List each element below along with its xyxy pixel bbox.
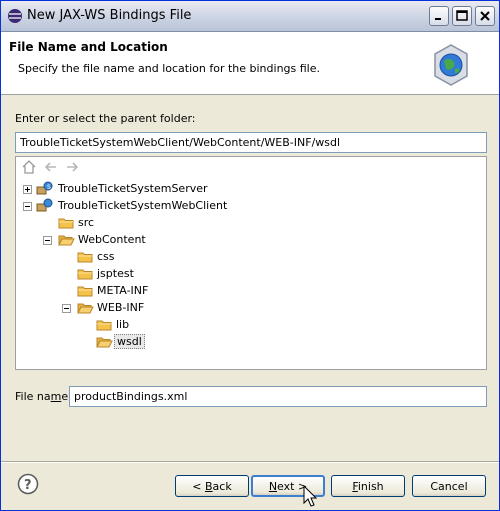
folder-icon	[96, 320, 112, 331]
folder-tree[interactable]: S TroubleTicketSystemServer TroubleTicke…	[15, 156, 487, 370]
tree-item-selected[interactable]: wsdl	[16, 334, 486, 351]
tree-item-label: WebContent	[78, 233, 146, 246]
help-icon[interactable]: ?	[17, 473, 39, 495]
dialog-window: New JAX-WS Bindings File File Name and L…	[0, 0, 500, 511]
title-bar[interactable]: New JAX-WS Bindings File	[1, 1, 499, 32]
svg-text:?: ?	[24, 478, 32, 493]
home-icon[interactable]	[21, 159, 37, 175]
expand-toggle[interactable]	[23, 185, 32, 194]
parent-folder-input[interactable]: TroubleTicketSystemWebClient/WebContent/…	[15, 132, 487, 153]
folder-icon	[58, 218, 74, 229]
cancel-button[interactable]: Cancel	[412, 475, 486, 497]
tree-item[interactable]: S TroubleTicketSystemServer	[16, 181, 486, 198]
collapse-toggle[interactable]	[23, 202, 32, 211]
file-name-label: File name:	[15, 390, 72, 403]
close-icon	[480, 11, 490, 21]
web-project-icon	[36, 198, 53, 212]
tree-item-label: wsdl	[114, 334, 145, 349]
eclipse-icon	[8, 9, 22, 23]
minimize-button[interactable]	[429, 6, 449, 26]
tree-item[interactable]: WebContent	[16, 232, 486, 249]
folder-open-icon	[58, 235, 75, 246]
web-service-globe-icon	[434, 44, 468, 86]
tree-item-label: TroubleTicketSystemServer	[58, 182, 208, 195]
tree-item-label: TroubleTicketSystemWebClient	[58, 199, 228, 212]
folder-icon	[77, 269, 93, 280]
tree-toolbar	[16, 157, 486, 177]
tree-item[interactable]: lib	[16, 317, 486, 334]
tree-item[interactable]: jsptest	[16, 266, 486, 283]
tree-item[interactable]: WEB-INF	[16, 300, 486, 317]
web-project-icon: S	[36, 181, 53, 195]
tree-item[interactable]: META-INF	[16, 283, 486, 300]
tree-item-label: META-INF	[97, 284, 149, 297]
tree-item-label: css	[97, 250, 115, 263]
tree-item-label: WEB-INF	[97, 301, 145, 314]
folder-icon	[77, 252, 93, 263]
back-button[interactable]: < Back	[175, 475, 249, 497]
finish-button[interactable]: Finish	[331, 475, 405, 497]
wizard-banner: File Name and Location Specify the file …	[1, 32, 499, 95]
tree-item[interactable]: TroubleTicketSystemWebClient	[16, 198, 486, 215]
collapse-toggle[interactable]	[62, 304, 71, 313]
tree-item[interactable]: css	[16, 249, 486, 266]
mouse-pointer-icon	[303, 485, 318, 507]
maximize-icon	[456, 10, 468, 21]
tree-item-label: jsptest	[97, 267, 134, 280]
collapse-toggle[interactable]	[43, 236, 52, 245]
folder-open-icon	[96, 337, 113, 348]
tree-item[interactable]: src	[16, 215, 486, 232]
folder-open-icon	[77, 303, 94, 314]
close-button[interactable]	[475, 6, 495, 26]
tree-item-label: src	[78, 216, 95, 229]
back-arrow-icon[interactable]	[43, 159, 59, 175]
window-title: New JAX-WS Bindings File	[27, 8, 192, 23]
maximize-button[interactable]	[452, 6, 472, 26]
button-bar-separator	[1, 461, 499, 463]
page-title: File Name and Location	[9, 40, 168, 54]
file-name-input[interactable]: productBindings.xml	[69, 386, 487, 407]
parent-folder-label: Enter or select the parent folder:	[15, 112, 196, 125]
minimize-icon	[435, 18, 441, 20]
svg-text:S: S	[47, 184, 51, 191]
forward-arrow-icon[interactable]	[64, 159, 80, 175]
tree-item-label: lib	[116, 318, 130, 331]
folder-icon	[77, 286, 93, 297]
page-description: Specify the file name and location for t…	[18, 62, 320, 75]
